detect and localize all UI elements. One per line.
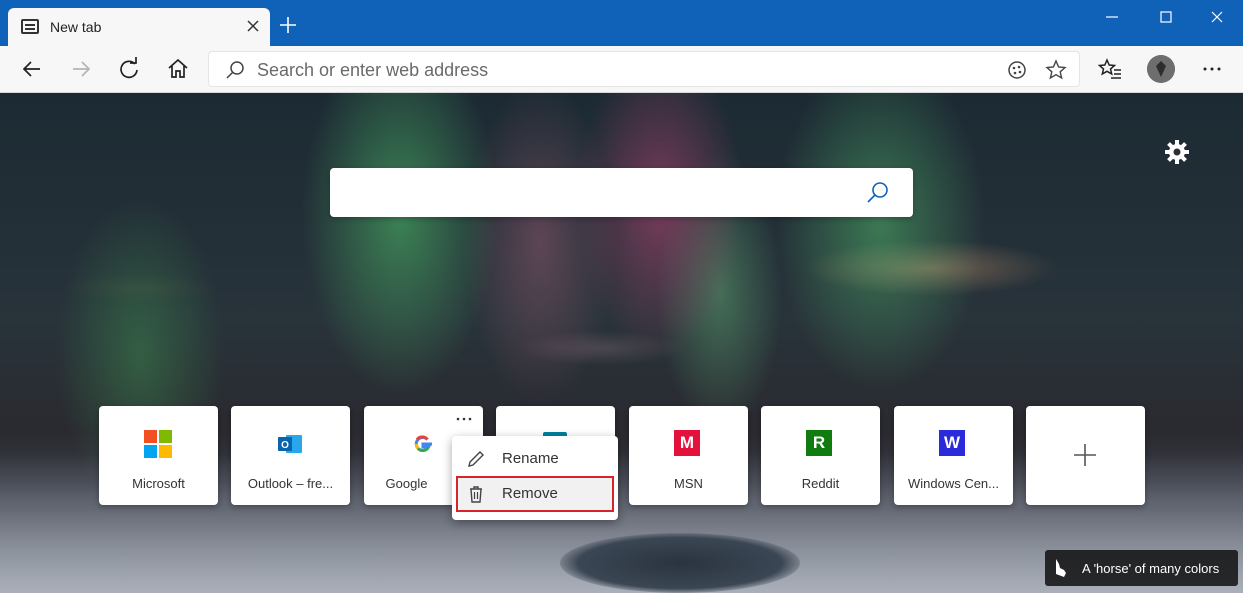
quick-link-tile-outlook[interactable]: O Outlook – fre... [231,406,350,505]
home-icon[interactable] [165,56,191,82]
address-bar[interactable] [208,51,1080,87]
outlook-logo-icon: O [278,435,302,453]
plus-icon [1074,444,1096,466]
new-tab-page-icon [21,19,39,34]
window-close-icon[interactable] [1202,4,1232,30]
remove-label: Remove [502,485,558,502]
tile-more-options-icon[interactable] [453,410,475,428]
search-icon[interactable] [865,180,891,206]
more-options-icon[interactable] [1199,56,1225,82]
close-tab-icon[interactable] [244,17,262,35]
rename-label: Rename [502,450,559,467]
tile-label: Reddit [801,476,840,491]
minimize-icon[interactable] [1097,4,1127,30]
tile-context-menu: Rename Remove [452,436,618,520]
tile-label: MSN [674,476,703,491]
forward-icon[interactable] [68,56,94,82]
quick-link-tile-windows-central[interactable]: W Windows Cen... [894,406,1013,505]
quick-link-tile-reddit[interactable]: R Reddit [761,406,880,505]
new-tab-page: Microsoft O Outlook – fre... Google M MS… [0,93,1243,593]
google-logo-icon [414,435,432,452]
quick-link-tile-microsoft[interactable]: Microsoft [99,406,218,505]
tab-title: New tab [50,19,102,35]
avatar-icon [1147,55,1175,83]
bing-icon [1056,559,1066,577]
favorite-star-icon[interactable] [1045,59,1067,81]
tile-label: Google [385,476,428,491]
tab-new-tab[interactable]: New tab [8,8,270,46]
background-image-river [560,533,800,593]
maximize-icon[interactable] [1151,4,1181,30]
msn-letter-icon: M [674,430,700,456]
back-icon[interactable] [19,56,45,82]
image-credit-text: A 'horse' of many colors [1082,561,1220,576]
navigation-toolbar [0,46,1243,93]
profile-avatar[interactable] [1147,55,1175,83]
context-menu-remove[interactable]: Remove [456,476,614,512]
pencil-icon [468,451,484,467]
tile-label: Windows Cen... [907,476,1000,491]
tile-label: Outlook – fre... [247,476,334,491]
add-quick-link-tile[interactable] [1026,406,1145,505]
svg-text:O: O [281,440,289,451]
context-menu-rename[interactable]: Rename [456,441,614,477]
page-settings-gear-icon[interactable] [1163,138,1191,166]
refresh-icon[interactable] [116,56,142,82]
title-bar: New tab [0,0,1243,46]
web-search-box[interactable] [330,168,913,217]
microsoft-logo-icon [144,430,172,458]
tracking-prevention-icon[interactable] [1006,59,1028,81]
reddit-letter-icon: R [806,430,832,456]
address-input[interactable] [257,58,957,82]
trash-icon [470,486,482,503]
favorites-icon[interactable] [1097,56,1123,82]
tile-label: Microsoft [132,476,185,491]
search-icon [226,61,244,79]
web-search-input[interactable] [346,180,846,204]
quick-link-tile-msn[interactable]: M MSN [629,406,748,505]
background-image-credit[interactable]: A 'horse' of many colors [1045,550,1238,586]
new-tab-button[interactable] [277,14,299,36]
windows-central-letter-icon: W [939,430,965,456]
